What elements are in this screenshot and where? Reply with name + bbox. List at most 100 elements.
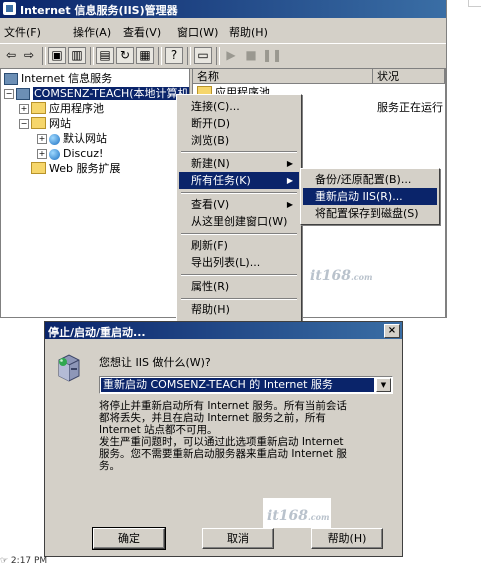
dialog-title-bar: 停止/启动/重启动... × xyxy=(45,322,402,339)
menu-separator xyxy=(181,274,297,276)
menu-item-refresh[interactable]: 刷新(F) xyxy=(179,237,299,254)
menu-item-export-list[interactable]: 导出列表(L)... xyxy=(179,254,299,271)
all-tasks-submenu: 备份/还原配置(B)... 重新启动 IIS(R)... 将配置保存到磁盘(S) xyxy=(300,168,440,225)
tree-item-discuz[interactable]: + Discuz! xyxy=(37,147,103,161)
menu-item-new[interactable]: 新建(N) ▶ xyxy=(179,155,299,172)
menu-item-save-config[interactable]: 将配置保存到磁盘(S) xyxy=(303,205,437,222)
window-title: Internet 信息服务(IIS)管理器 xyxy=(20,4,178,17)
tree-item-server[interactable]: − COMSENZ-TEACH(本地计算机) xyxy=(4,87,189,101)
stop-icon[interactable]: ■ xyxy=(242,47,260,64)
dialog-description: 将停止并重新启动所有 Internet 服务。所有当前会话 都将丢失，并且在启动… xyxy=(99,400,347,472)
iis-app-icon xyxy=(3,2,16,15)
ok-button[interactable]: 确定 xyxy=(92,527,166,550)
up-folder-icon[interactable]: ▣ xyxy=(48,47,66,64)
computer-icon[interactable]: ▭ xyxy=(194,47,212,64)
submenu-arrow-icon: ▶ xyxy=(286,200,293,209)
menu-file[interactable]: 文件(F) xyxy=(4,24,41,40)
watermark-logo: it168.com xyxy=(310,268,373,284)
close-icon[interactable]: × xyxy=(384,324,400,338)
tree-label: Discuz! xyxy=(63,147,104,160)
action-select[interactable]: 重新启动 COMSENZ-TEACH 的 Internet 服务 ▼ xyxy=(99,376,393,394)
menu-item-view[interactable]: 查看(V) ▶ xyxy=(179,196,299,213)
submenu-arrow-icon: ▶ xyxy=(286,159,293,168)
forward-arrow-icon[interactable]: ⇨ xyxy=(20,47,38,64)
chevron-down-icon[interactable]: ▼ xyxy=(376,378,391,392)
menu-item-browse[interactable]: 浏览(B) xyxy=(179,132,299,149)
server-icon xyxy=(58,354,80,382)
menu-item-connect[interactable]: 连接(C)... xyxy=(179,98,299,115)
toolbar-separator xyxy=(158,47,162,65)
menu-window[interactable]: 窗口(W) xyxy=(177,24,218,40)
watermark-logo: it168.com xyxy=(267,508,330,524)
tree-item-iis-root[interactable]: Internet 信息服务 xyxy=(4,72,112,86)
menu-view[interactable]: 查看(V) xyxy=(123,24,161,40)
dialog-question: 您想让 IIS 做什么(W)? xyxy=(99,356,211,369)
refresh-icon[interactable]: ↻ xyxy=(116,47,134,64)
menu-item-new-window[interactable]: 从这里创建窗口(W) xyxy=(179,213,299,230)
menu-item-label: 所有任务(K) xyxy=(191,174,251,187)
menu-item-properties[interactable]: 属性(R) xyxy=(179,278,299,295)
tree-label: COMSENZ-TEACH(本地计算机) xyxy=(33,87,189,100)
context-menu: 连接(C)... 断开(D) 浏览(B) 新建(N) ▶ 所有任务(K) ▶ 查看(… xyxy=(176,94,302,322)
cancel-button[interactable]: 取消 xyxy=(202,528,274,549)
tree-item-sites[interactable]: − 网站 xyxy=(19,117,71,131)
corner-mark xyxy=(468,0,481,7)
toolbar-separator xyxy=(216,47,220,65)
play-icon[interactable]: ▶ xyxy=(222,47,240,64)
show-tree-icon[interactable]: ▥ xyxy=(68,47,86,64)
iis-root-icon xyxy=(4,73,18,85)
help-icon[interactable]: ? xyxy=(165,47,183,64)
menu-bar: 文件(F) 操作(A) 查看(V) 窗口(W) 帮助(H) xyxy=(0,20,446,42)
title-bar: Internet 信息服务(IIS)管理器 xyxy=(0,0,446,18)
expand-icon[interactable]: + xyxy=(37,134,47,144)
tree-item-default-site[interactable]: + 默认网站 xyxy=(37,132,107,146)
tree-label: 默认网站 xyxy=(63,132,107,145)
properties-icon[interactable]: ▤ xyxy=(96,47,114,64)
menu-separator xyxy=(181,233,297,235)
dialog-title: 停止/启动/重启动... xyxy=(48,326,146,339)
tree-item-apppools[interactable]: + 应用程序池 xyxy=(19,102,104,116)
toolbar: ⇦ ⇨ ▣ ▥ ▤ ↻ ▦ ? ▭ ▶ ■ ❚❚ xyxy=(0,43,446,69)
back-arrow-icon[interactable]: ⇦ xyxy=(2,47,20,64)
folder-icon xyxy=(31,102,46,114)
tree-label: 网站 xyxy=(49,117,71,130)
menu-action[interactable]: 操作(A) xyxy=(73,24,111,40)
pause-icon[interactable]: ❚❚ xyxy=(262,47,282,64)
menu-item-disconnect[interactable]: 断开(D) xyxy=(179,115,299,132)
menu-item-label: 新建(N) xyxy=(191,157,230,170)
menu-separator xyxy=(181,151,297,153)
help-button[interactable]: 帮助(H) xyxy=(311,528,383,549)
column-header-name[interactable]: 名称 xyxy=(193,69,373,84)
folder-icon xyxy=(31,162,46,174)
tree-label: Internet 信息服务 xyxy=(21,72,113,85)
tree-label: Web 服务扩展 xyxy=(49,162,121,175)
toolbar-separator xyxy=(187,47,191,65)
menu-separator xyxy=(181,192,297,194)
tree-label: 应用程序池 xyxy=(49,102,104,115)
folder-icon xyxy=(31,117,46,129)
tree-item-webext[interactable]: Web 服务扩展 xyxy=(31,162,120,176)
submenu-arrow-icon: ▶ xyxy=(286,176,293,185)
export-list-icon[interactable]: ▦ xyxy=(136,47,154,64)
menu-item-backup-restore[interactable]: 备份/还原配置(B)... xyxy=(303,171,437,188)
menu-item-label: 查看(V) xyxy=(191,198,230,211)
list-item-status: 服务正在运行 xyxy=(377,101,443,114)
menu-item-all-tasks[interactable]: 所有任务(K) ▶ xyxy=(179,172,299,189)
globe-icon xyxy=(49,148,60,160)
menu-item-restart-iis[interactable]: 重新启动 IIS(R)... xyxy=(303,188,437,205)
expand-icon[interactable]: + xyxy=(19,104,29,114)
tree-pane: Internet 信息服务 − COMSENZ-TEACH(本地计算机) + 应用程… xyxy=(0,68,190,318)
menu-separator xyxy=(181,298,297,300)
menu-help[interactable]: 帮助(H) xyxy=(229,24,268,40)
restart-dialog: 停止/启动/重启动... × 您想让 IIS 做什么(W)? 重新启动 COMS… xyxy=(44,321,403,557)
globe-icon xyxy=(49,133,60,145)
toolbar-separator xyxy=(42,47,46,65)
action-select-value: 重新启动 COMSENZ-TEACH 的 Internet 服务 xyxy=(101,378,374,392)
menu-item-help[interactable]: 帮助(H) xyxy=(179,301,299,318)
footer-caption: ☞ 2:17 PM xyxy=(0,556,48,566)
collapse-icon[interactable]: − xyxy=(19,119,29,129)
collapse-icon[interactable]: − xyxy=(4,89,14,99)
toolbar-separator xyxy=(90,47,94,65)
expand-icon[interactable]: + xyxy=(37,149,47,159)
column-header-status[interactable]: 状况 xyxy=(373,69,445,84)
